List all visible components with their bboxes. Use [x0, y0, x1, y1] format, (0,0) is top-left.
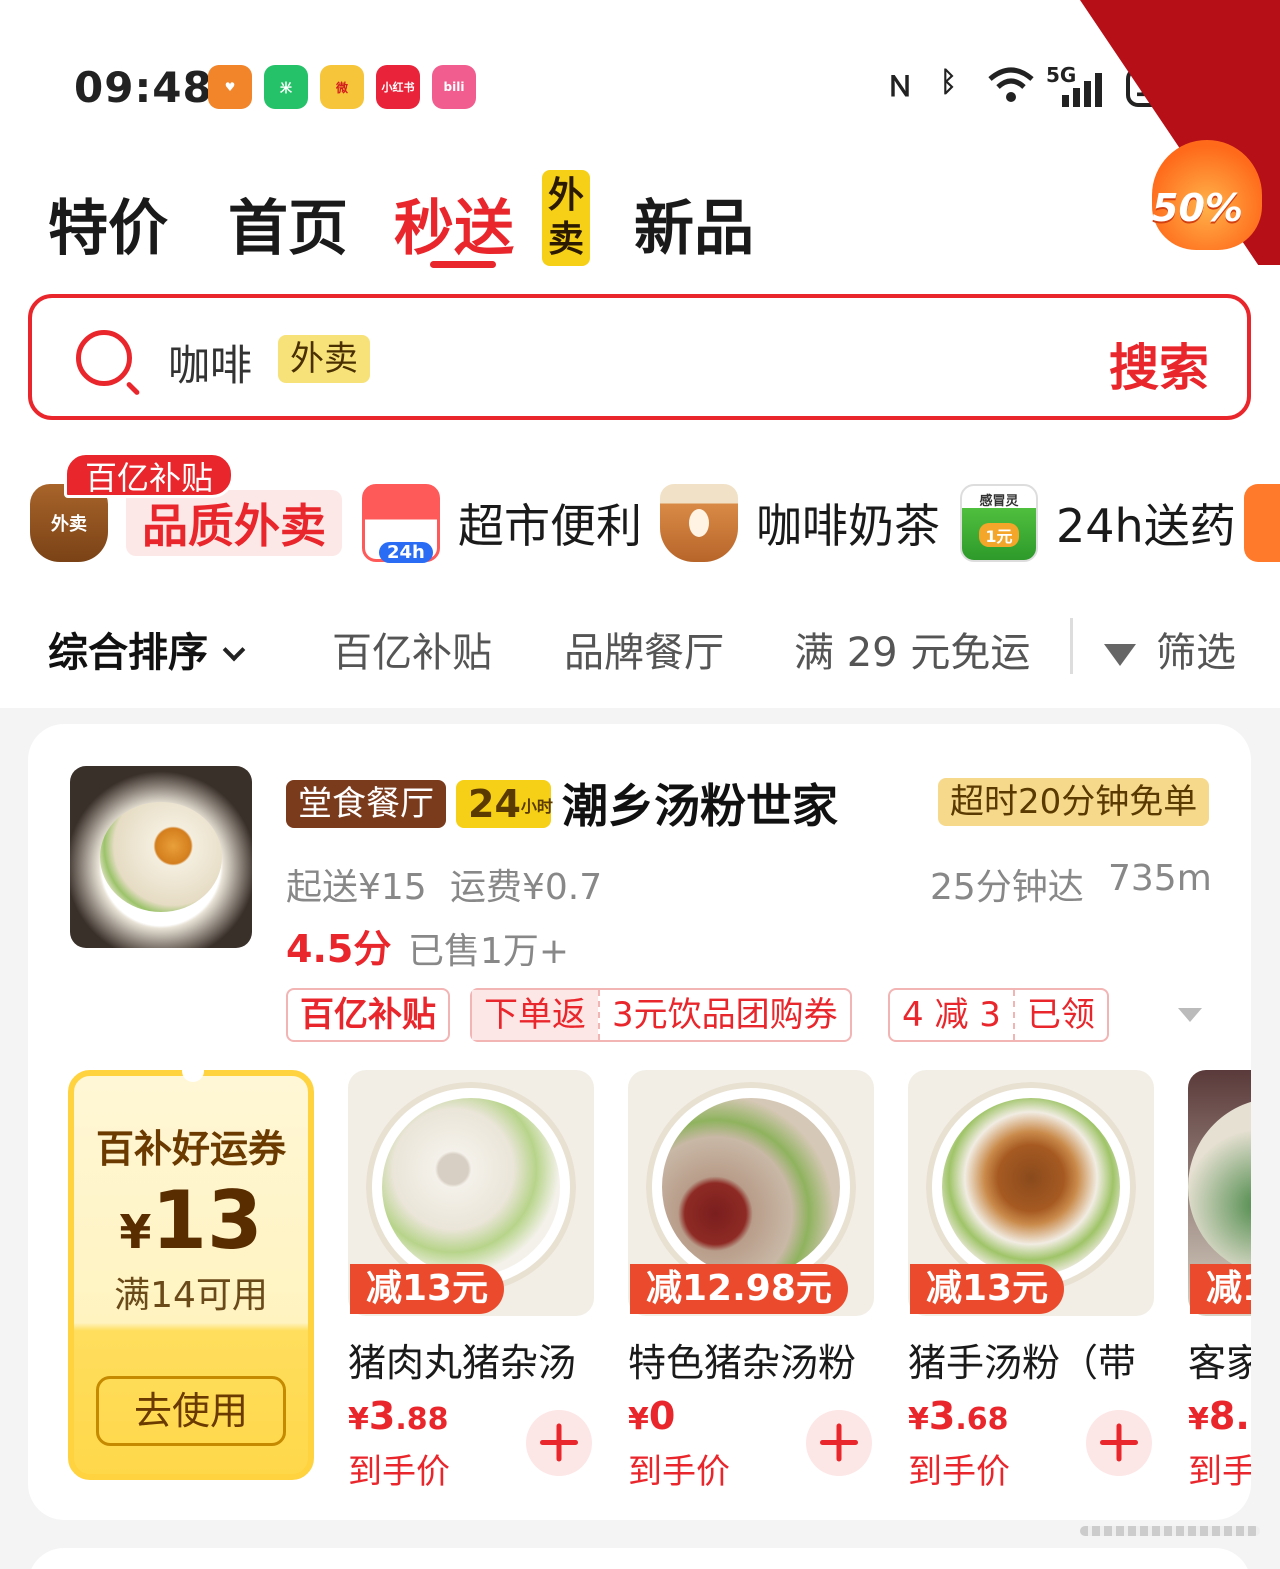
dish-price: ¥3.88 — [348, 1394, 449, 1438]
filter-brand-restaurant[interactable]: 品牌餐厅 — [564, 620, 724, 678]
coupon-title: 百补好运券 — [95, 1127, 286, 1171]
header-area: 09:48 ♥ 米 微 小红书 bili Ｎ ᛒ 5G 100 50% 特价 首… — [0, 0, 1280, 708]
filter-free-delivery[interactable]: 满 29 元免运 — [794, 620, 1030, 678]
dish-price: ¥0 — [628, 1394, 676, 1438]
subsidy-badge: 百亿补贴 — [64, 452, 235, 498]
dish-item[interactable]: 减13元 猪肉丸猪杂汤 ¥3.88 到手价 — [348, 1070, 594, 1492]
sold-count: 已售1万+ — [408, 931, 570, 972]
final-price-label: 到手 — [1188, 1452, 1251, 1492]
filter-subsidy[interactable]: 百亿补贴 — [332, 620, 492, 678]
expand-caret-icon[interactable] — [1178, 1008, 1202, 1022]
sort-dropdown[interactable]: 综合排序 — [48, 620, 246, 678]
discount-coupon-tag[interactable]: 4 减 3 已领 — [888, 988, 1109, 1042]
add-to-cart-icon[interactable] — [806, 1410, 872, 1476]
dish-name: 猪肉丸猪杂汤 — [348, 1341, 577, 1385]
scroll-indicator — [1080, 1526, 1260, 1536]
search-icon — [76, 330, 132, 386]
dish-name: 客家 — [1188, 1341, 1251, 1385]
search-button[interactable]: 搜索 — [1109, 328, 1209, 400]
discount-label: 减13元 — [350, 1264, 505, 1314]
discount-label: 减12.98元 — [630, 1264, 848, 1314]
category-label: 超市便利 — [458, 499, 642, 553]
rating: 4.5分 — [286, 927, 392, 971]
overtime-guarantee-tag: 超时20分钟免单 — [938, 778, 1210, 826]
shop-card[interactable]: 堂食餐厅 24小时 潮乡汤粉世家 超时20分钟免单 起送¥15 运费¥0.7 2… — [28, 724, 1251, 1520]
search-bar[interactable]: 咖啡 外卖 搜索 — [28, 294, 1251, 420]
dish-item[interactable]: 减13元 猪手汤粉（带 ¥3.68 到手价 — [908, 1070, 1154, 1492]
discount-label: 减1 — [1190, 1264, 1251, 1314]
delivery-eta: 25分钟达 — [930, 867, 1084, 908]
dish-name: 猪手汤粉（带 — [908, 1341, 1137, 1385]
coffee-cup-icon — [660, 484, 738, 562]
return-coupon-tag[interactable]: 下单返 3元饮品团购券 — [470, 988, 852, 1042]
promo-corner-banner[interactable]: 50% — [1040, 0, 1280, 265]
shop-name[interactable]: 潮乡汤粉世家 — [562, 770, 838, 836]
xiaohongshu-icon: 小红书 — [376, 65, 420, 109]
category-label: 24h送药 — [1056, 499, 1236, 553]
dish-item[interactable]: 减12.98元 特色猪杂汤粉 ¥0 到手价 — [628, 1070, 874, 1492]
dine-in-tag: 堂食餐厅 — [286, 780, 446, 828]
bluetooth-icon: ᛒ — [940, 65, 957, 98]
delivery-fee: 运费¥0.7 — [450, 867, 603, 908]
next-card-peek[interactable] — [28, 1548, 1251, 1569]
add-to-cart-icon[interactable] — [1086, 1410, 1152, 1476]
add-to-cart-icon[interactable] — [526, 1410, 592, 1476]
group-buy-icon — [1244, 484, 1280, 562]
distance: 735m — [1108, 858, 1212, 899]
lucky-coupon[interactable]: 百补好运券 ¥13 满14可用 去使用 — [68, 1070, 314, 1480]
medicine-box-icon: 感冒灵 1元 — [960, 484, 1038, 562]
search-scope-tag: 外卖 — [278, 335, 370, 383]
category-label: 咖啡奶茶 — [756, 499, 940, 553]
search-input[interactable]: 咖啡 — [168, 332, 252, 393]
tab-waimai-badge: 外卖 — [542, 170, 590, 266]
bilibili-icon: bili — [432, 65, 476, 109]
use-coupon-button[interactable]: 去使用 — [96, 1376, 286, 1446]
category-medicine[interactable]: 感冒灵 1元 24h送药 — [960, 478, 1236, 568]
nfc-icon: Ｎ — [886, 70, 915, 103]
sort-filter-bar: 综合排序 百亿补贴 品牌餐厅 满 29 元免运 筛选 — [0, 608, 1280, 684]
weibo-icon: 微 — [320, 65, 364, 109]
final-price-label: 到手价 — [908, 1452, 1010, 1492]
tab-home[interactable]: 首页 — [228, 180, 348, 267]
heart-app-icon: ♥ — [208, 65, 252, 109]
24h-tag: 24小时 — [456, 780, 553, 828]
dish-price: ¥8. — [1188, 1394, 1250, 1438]
final-price-label: 到手价 — [628, 1452, 730, 1492]
min-order: 起送¥15 — [286, 867, 427, 908]
tab-special-price[interactable]: 特价 — [48, 180, 168, 267]
tab-instant-delivery[interactable]: 秒送 — [394, 180, 514, 267]
category-supermarket[interactable]: 24h 超市便利 — [362, 478, 642, 568]
shop-thumbnail[interactable] — [70, 766, 252, 948]
chevron-down-icon — [222, 638, 246, 662]
coupon-amount: ¥13 — [119, 1174, 263, 1267]
coupon-condition: 满14可用 — [114, 1275, 268, 1316]
dish-price: ¥3.68 — [908, 1394, 1009, 1438]
promo-percent: 50% — [1152, 186, 1243, 230]
divider — [1070, 618, 1073, 674]
discount-label: 减13元 — [910, 1264, 1065, 1314]
mi-app-icon: 米 — [264, 65, 308, 109]
funnel-icon — [1104, 644, 1136, 666]
filter-button[interactable]: 筛选 — [1104, 620, 1236, 678]
clock: 09:48 — [74, 63, 213, 112]
wifi-icon — [986, 65, 1036, 112]
category-row: 外卖 品质外卖 百亿补贴 24h 超市便利 咖啡奶茶 感冒灵 1元 24h送药 — [0, 448, 1280, 568]
tab-new-products[interactable]: 新品 — [634, 180, 754, 267]
subsidy-coupon-tag[interactable]: 百亿补贴 — [286, 988, 450, 1042]
active-tab-indicator — [430, 261, 496, 268]
category-coffee-tea[interactable]: 咖啡奶茶 — [660, 478, 940, 568]
store-icon: 24h — [362, 484, 440, 563]
dish-item[interactable]: 减1 客家 ¥8. 到手 — [1188, 1070, 1251, 1492]
dish-name: 特色猪杂汤粉 — [628, 1341, 857, 1385]
final-price-label: 到手价 — [348, 1452, 450, 1492]
category-more[interactable] — [1244, 478, 1280, 568]
